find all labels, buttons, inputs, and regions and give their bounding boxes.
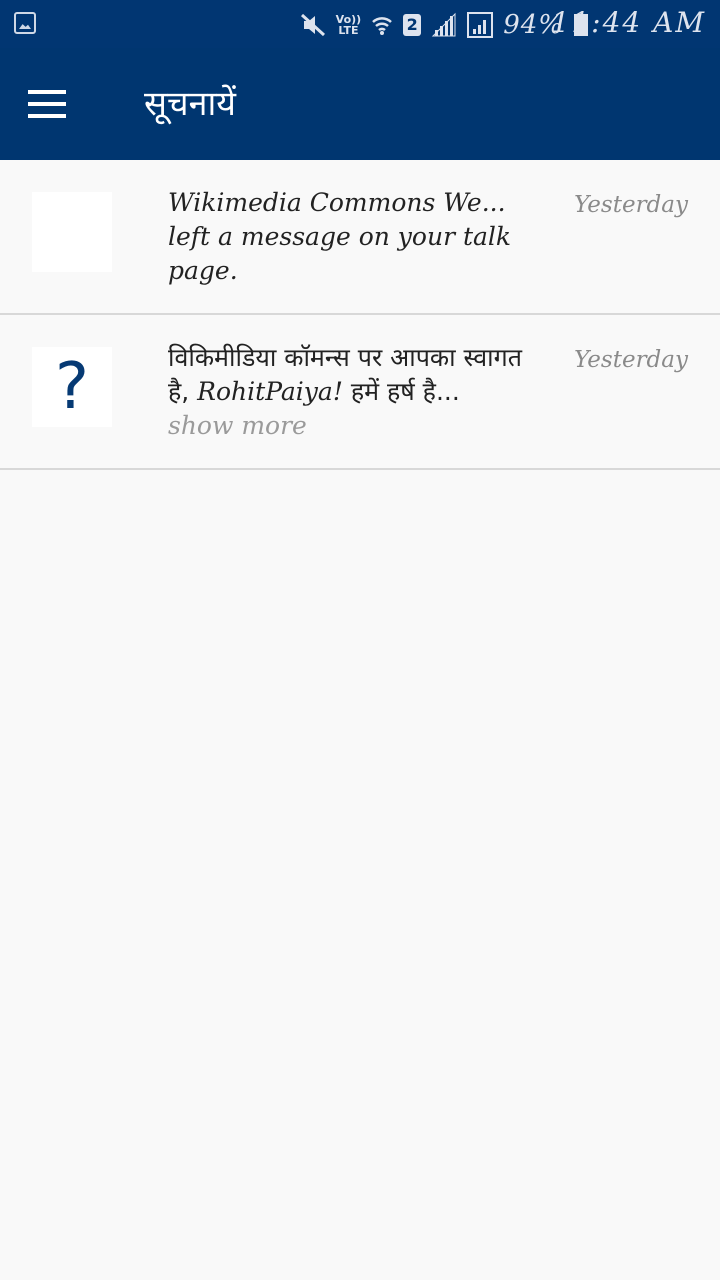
gallery-notification-icon <box>14 12 36 34</box>
menu-button[interactable] <box>22 78 74 130</box>
sim-2-icon: 2 <box>403 14 422 36</box>
question-mark-icon: ? <box>55 350 89 424</box>
page-title: सूचनायें <box>144 84 236 124</box>
notification-text: विकिमीडिया कॉमन्स पर आपका स्वागत है, Roh… <box>168 341 528 443</box>
notification-text: Wikimedia Commons We... left a message o… <box>168 188 512 285</box>
notification-time: Yesterday <box>574 347 688 373</box>
status-icons: Vo)) LTE 2 94% <box>300 10 588 40</box>
notification-thumbnail <box>32 192 112 272</box>
notification-user-name: RohitPaiya! <box>197 377 343 406</box>
volte-bottom-label: LTE <box>338 24 359 37</box>
wifi-icon <box>372 17 393 35</box>
notification-thumbnail: ? <box>32 347 112 427</box>
hamburger-menu-icon <box>28 90 68 118</box>
signal-2-icon <box>467 12 494 38</box>
app-bar: सूचनायें <box>0 48 720 160</box>
notification-text-part2: हमें हर्ष है... <box>342 377 460 406</box>
status-bar: Vo)) LTE 2 94% 11:44 AM <box>0 0 720 48</box>
notification-item[interactable]: ? विकिमीडिया कॉमन्स पर आपका स्वागत है, R… <box>0 315 720 470</box>
show-more-link[interactable]: show more <box>168 411 307 440</box>
mute-icon <box>300 13 325 37</box>
signal-1-icon <box>431 12 456 37</box>
notification-time: Yesterday <box>574 192 688 218</box>
notification-item[interactable]: Wikimedia Commons We... left a message o… <box>0 160 720 315</box>
volte-icon: Vo)) LTE <box>336 14 362 36</box>
clock: 11:44 AM <box>551 6 706 39</box>
notification-list: Wikimedia Commons We... left a message o… <box>0 160 720 470</box>
